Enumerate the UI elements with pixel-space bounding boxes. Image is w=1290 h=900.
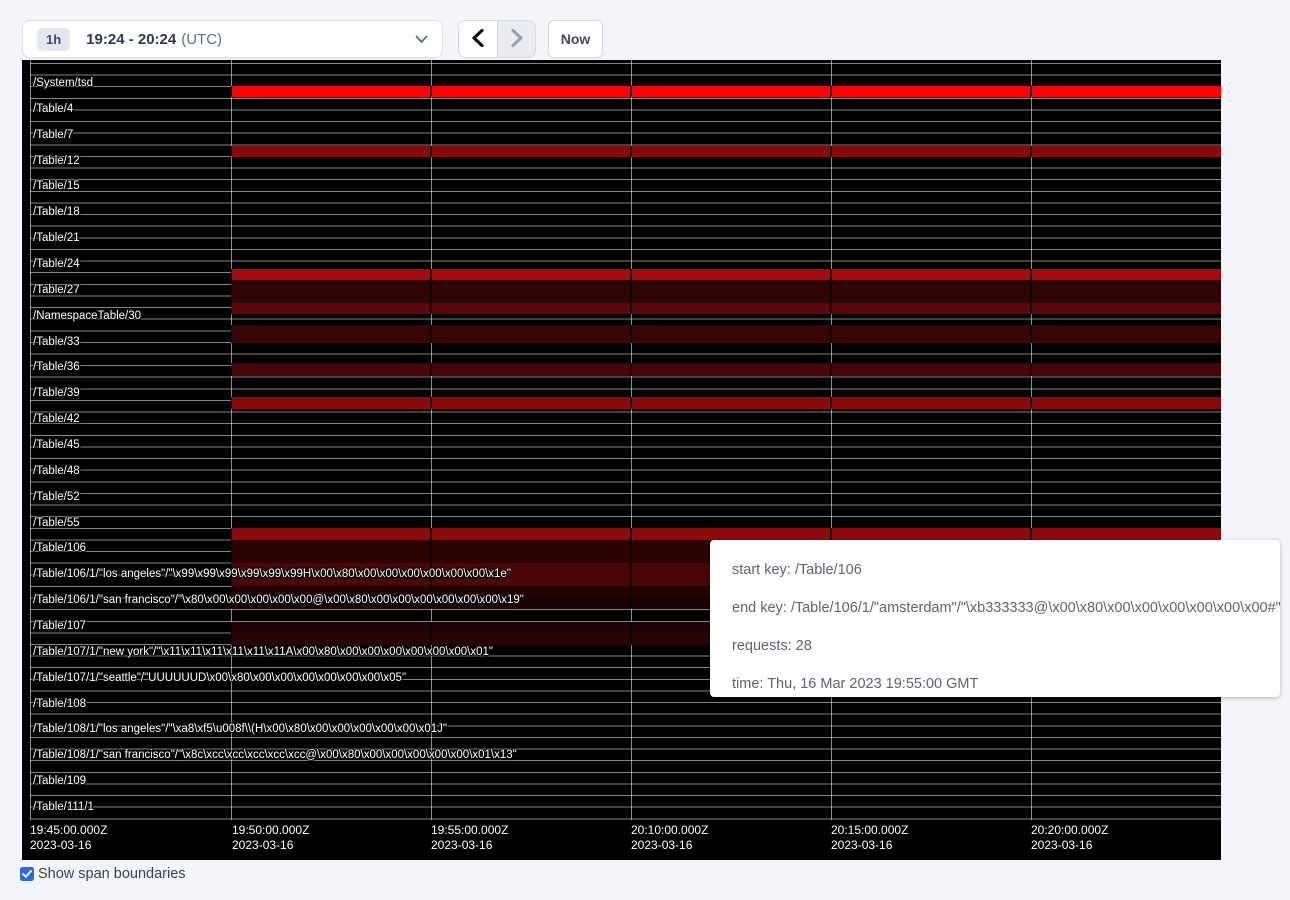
span-key-label: /Table/111/1: [33, 801, 94, 814]
time-gridline: [831, 60, 832, 820]
span-key-label: /Table/107/1/"new york"/"\x11\x11\x11\x1…: [33, 646, 493, 659]
span-key-label: /System/tsd: [33, 77, 93, 90]
span-boundary-lines: [30, 63, 1221, 820]
span-key-label: /Table/7: [33, 129, 73, 142]
next-time-button[interactable]: [497, 21, 535, 57]
span-key-label: /Table/45: [33, 439, 80, 452]
heatmap-canvas[interactable]: /System/tsd/Table/4/Table/7/Table/12/Tab…: [22, 60, 1221, 860]
tick-date: 2023-03-16: [1031, 838, 1108, 853]
x-axis-tick: 20:10:00.000Z2023-03-16: [631, 823, 708, 853]
tick-time: 20:20:00.000Z: [1031, 823, 1108, 838]
tooltip-requests: requests: 28: [732, 638, 1258, 654]
chevron-left-icon: [472, 29, 484, 50]
tick-time: 20:15:00.000Z: [831, 823, 908, 838]
span-key-label: /Table/108/1/"los angeles"/"\xa8\xf5\u00…: [33, 723, 447, 736]
x-axis-tick: 19:50:00.000Z2023-03-16: [232, 823, 309, 853]
checkbox-checked-icon[interactable]: [20, 867, 34, 881]
heat-band[interactable]: [231, 303, 1221, 314]
show-span-boundaries-label: Show span boundaries: [38, 866, 186, 882]
x-axis-tick: 19:45:00.000Z2023-03-16: [30, 823, 107, 853]
tick-date: 2023-03-16: [831, 838, 908, 853]
x-axis-tick: 20:15:00.000Z2023-03-16: [831, 823, 908, 853]
heat-band[interactable]: [231, 280, 1221, 303]
tooltip-end-key: end key: /Table/106/1/"amsterdam"/"\xb33…: [732, 600, 1258, 616]
span-key-label: /Table/48: [33, 465, 80, 478]
span-key-label: /Table/33: [33, 336, 80, 349]
span-key-label: /Table/18: [33, 206, 80, 219]
heat-band[interactable]: [231, 363, 1221, 376]
tick-time: 20:10:00.000Z: [631, 823, 708, 838]
tooltip-start-key: start key: /Table/106: [732, 562, 1258, 578]
span-key-label: /Table/15: [33, 180, 80, 193]
span-key-label: /Table/107/1/"seattle"/"UUUUUUD\x00\x80\…: [33, 672, 406, 685]
span-key-label: /NamespaceTable/30: [33, 310, 141, 323]
span-key-label: /Table/55: [33, 517, 80, 530]
span-key-label: /Table/106/1/"san francisco"/"\x80\x00\x…: [33, 594, 524, 607]
heat-band[interactable]: [231, 528, 1221, 540]
time-gridline: [30, 60, 31, 820]
span-key-label: /Table/52: [33, 491, 80, 504]
span-key-label: /Table/106: [33, 542, 86, 555]
span-key-label: /Table/109: [33, 775, 86, 788]
span-key-label: /Table/4: [33, 103, 73, 116]
heat-band[interactable]: [231, 146, 1221, 157]
time-nav-group: [458, 20, 536, 58]
now-button[interactable]: Now: [548, 20, 603, 58]
tick-date: 2023-03-16: [631, 838, 708, 853]
time-gridline: [631, 60, 632, 820]
duration-badge: 1h: [37, 28, 70, 51]
span-key-label: /Table/106/1/"los angeles"/"\x99\x99\x99…: [33, 568, 511, 581]
time-range-select[interactable]: 1h 19:24 - 20:24 (UTC): [22, 20, 443, 58]
tick-time: 19:50:00.000Z: [232, 823, 309, 838]
tick-time: 19:55:00.000Z: [431, 823, 508, 838]
span-key-label: /Table/42: [33, 413, 80, 426]
heat-band[interactable]: [231, 86, 1221, 97]
prev-time-button[interactable]: [459, 21, 497, 57]
show-span-boundaries-toggle[interactable]: Show span boundaries: [20, 866, 186, 882]
chevron-right-icon: [511, 29, 523, 50]
span-key-label: /Table/21: [33, 232, 80, 245]
span-key-label: /Table/12: [33, 155, 80, 168]
time-range-text: 19:24 - 20:24: [86, 31, 176, 48]
time-gridline: [1031, 60, 1032, 820]
tooltip-time: time: Thu, 16 Mar 2023 19:55:00 GMT: [732, 676, 1258, 692]
x-axis-tick: 20:20:00.000Z2023-03-16: [1031, 823, 1108, 853]
tick-time: 19:45:00.000Z: [30, 823, 107, 838]
span-key-label: /Table/39: [33, 387, 80, 400]
span-key-label: /Table/27: [33, 284, 80, 297]
cell-tooltip: start key: /Table/106 end key: /Table/10…: [710, 540, 1280, 697]
heat-band[interactable]: [231, 325, 1221, 343]
heat-band[interactable]: [231, 269, 1221, 280]
toolbar: 1h 19:24 - 20:24 (UTC) Now: [22, 20, 603, 58]
tick-date: 2023-03-16: [30, 838, 107, 853]
span-key-label: /Table/108: [33, 698, 86, 711]
span-key-label: /Table/24: [33, 258, 80, 271]
heat-band[interactable]: [231, 397, 1221, 409]
timezone-text: (UTC): [181, 31, 222, 48]
span-key-label: /Table/36: [33, 361, 80, 374]
time-gridline: [431, 60, 432, 820]
span-key-label: /Table/107: [33, 620, 86, 633]
span-key-label: /Table/108/1/"san francisco"/"\x8c\xcc\x…: [33, 749, 517, 762]
tick-date: 2023-03-16: [431, 838, 508, 853]
tick-date: 2023-03-16: [232, 838, 309, 853]
chevron-down-icon: [415, 35, 428, 44]
time-gridline: [231, 60, 232, 820]
x-axis-tick: 19:55:00.000Z2023-03-16: [431, 823, 508, 853]
